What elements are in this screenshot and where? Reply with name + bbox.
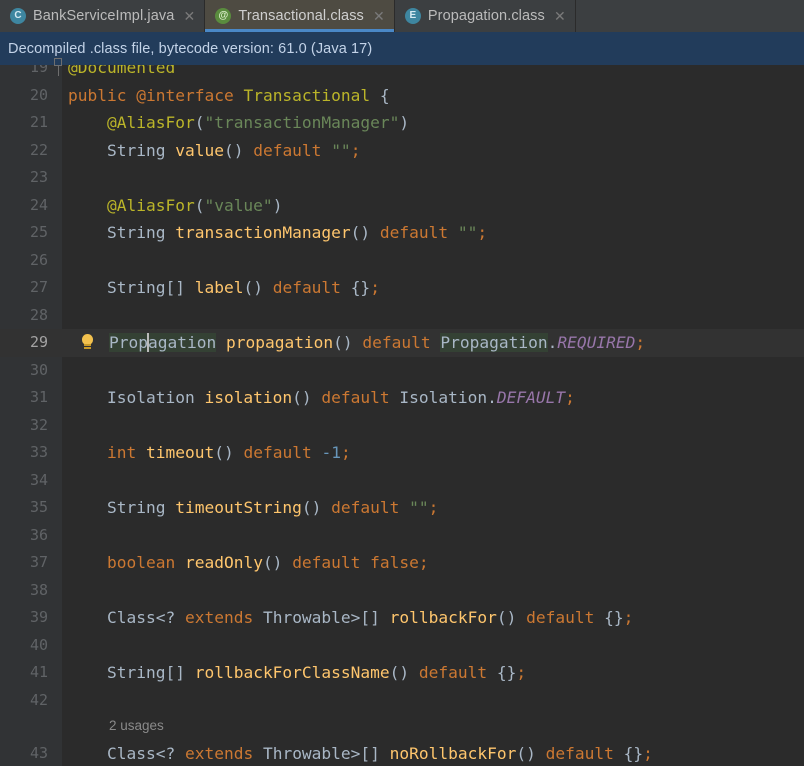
java-class-icon: C xyxy=(10,8,26,24)
line-content: boolean readOnly() default false; xyxy=(68,549,429,577)
close-icon[interactable]: ✕ xyxy=(183,9,195,23)
code-line[interactable]: 38 xyxy=(0,577,804,605)
tab-bank-service-impl[interactable]: C BankServiceImpl.java ✕ xyxy=(0,0,205,32)
code-line[interactable]: 25 String transactionManager() default "… xyxy=(0,219,804,247)
line-number: 28 xyxy=(0,302,48,330)
code-line[interactable]: 37 boolean readOnly() default false; xyxy=(0,549,804,577)
line-content: String[] rollbackForClassName() default … xyxy=(68,659,526,687)
code-line[interactable]: 33 int timeout() default -1; xyxy=(0,439,804,467)
code-fold-marker[interactable] xyxy=(54,58,62,66)
tab-label: Propagation.class xyxy=(428,8,545,24)
code-text-area[interactable]: 19 @Documented 20 public @interface Tran… xyxy=(0,32,804,766)
code-line[interactable]: 43 Class<? extends Throwable>[] noRollba… xyxy=(0,740,804,766)
code-line[interactable]: 23 xyxy=(0,164,804,192)
code-line[interactable]: 42 xyxy=(0,687,804,715)
code-line-current[interactable]: 29 Propagation propagation() default Pro… xyxy=(0,329,804,357)
code-line[interactable]: 39 Class<? extends Throwable>[] rollback… xyxy=(0,604,804,632)
line-content: String[] label() default {}; xyxy=(68,274,380,302)
line-number: 36 xyxy=(0,522,48,550)
ide-editor-window: C BankServiceImpl.java ✕ @ Transactional… xyxy=(0,0,804,766)
code-line[interactable]: 31 Isolation isolation() default Isolati… xyxy=(0,384,804,412)
banner-message: Decompiled .class file, bytecode version… xyxy=(8,41,372,57)
line-content: @AliasFor("value") xyxy=(68,192,282,220)
code-fold-rail xyxy=(58,66,59,76)
tab-transactional-class[interactable]: @ Transactional.class ✕ xyxy=(205,0,394,32)
tab-propagation-class[interactable]: E Propagation.class ✕ xyxy=(395,0,576,32)
code-line[interactable]: 28 xyxy=(0,302,804,330)
annotation-icon: @ xyxy=(215,8,231,24)
line-number: 27 xyxy=(0,274,48,302)
code-line[interactable]: 34 xyxy=(0,467,804,495)
code-line[interactable]: 21 @AliasFor("transactionManager") xyxy=(0,109,804,137)
code-editor[interactable]: 19 @Documented 20 public @interface Tran… xyxy=(0,32,804,766)
line-content: Class<? extends Throwable>[] rollbackFor… xyxy=(68,604,633,632)
close-icon[interactable]: ✕ xyxy=(554,9,566,23)
code-line[interactable]: 20 public @interface Transactional { xyxy=(0,82,804,110)
code-line[interactable]: 40 xyxy=(0,632,804,660)
line-content: Class<? extends Throwable>[] noRollbackF… xyxy=(68,740,653,766)
line-number: 32 xyxy=(0,412,48,440)
line-number: 42 xyxy=(0,687,48,715)
usages-hint[interactable]: 2 usages xyxy=(109,712,164,740)
line-number: 29 xyxy=(0,329,48,357)
line-number: 23 xyxy=(0,164,48,192)
line-number: 34 xyxy=(0,467,48,495)
line-number: 24 xyxy=(0,192,48,220)
line-content: int timeout() default -1; xyxy=(68,439,351,467)
line-number: 25 xyxy=(0,219,48,247)
line-content: String transactionManager() default ""; xyxy=(68,219,487,247)
line-content: Isolation isolation() default Isolation.… xyxy=(68,384,575,412)
line-number: 26 xyxy=(0,247,48,275)
line-number: 35 xyxy=(0,494,48,522)
line-number: 39 xyxy=(0,604,48,632)
code-line[interactable]: 24 @AliasFor("value") xyxy=(0,192,804,220)
line-content: String value() default ""; xyxy=(68,137,360,165)
code-line[interactable]: 22 String value() default ""; xyxy=(0,137,804,165)
code-line[interactable]: 32 xyxy=(0,412,804,440)
line-content: public @interface Transactional { xyxy=(68,82,390,110)
tab-label: BankServiceImpl.java xyxy=(33,8,174,24)
line-number: 41 xyxy=(0,659,48,687)
line-number: 37 xyxy=(0,549,48,577)
line-content: String timeoutString() default ""; xyxy=(68,494,438,522)
line-number: 33 xyxy=(0,439,48,467)
line-number: 22 xyxy=(0,137,48,165)
code-line[interactable]: 30 xyxy=(0,357,804,385)
enum-icon: E xyxy=(405,8,421,24)
code-line[interactable]: 35 String timeoutString() default ""; xyxy=(0,494,804,522)
inlay-hint-row: 2 usages xyxy=(0,712,804,740)
line-number: 20 xyxy=(0,82,48,110)
line-number: 30 xyxy=(0,357,48,385)
code-line[interactable]: 27 String[] label() default {}; xyxy=(0,274,804,302)
line-number: 21 xyxy=(0,109,48,137)
close-icon[interactable]: ✕ xyxy=(373,9,385,23)
line-content: Propagation propagation() default Propag… xyxy=(109,329,645,357)
line-content: @AliasFor("transactionManager") xyxy=(68,109,409,137)
line-number: 31 xyxy=(0,384,48,412)
editor-tab-bar: C BankServiceImpl.java ✕ @ Transactional… xyxy=(0,0,804,32)
line-number: 38 xyxy=(0,577,48,605)
line-number: 40 xyxy=(0,632,48,660)
lightbulb-icon[interactable] xyxy=(79,334,96,352)
tab-label: Transactional.class xyxy=(238,8,363,24)
code-line[interactable]: 36 xyxy=(0,522,804,550)
code-line[interactable]: 41 String[] rollbackForClassName() defau… xyxy=(0,659,804,687)
decompiled-file-banner: Decompiled .class file, bytecode version… xyxy=(0,32,804,65)
code-line[interactable]: 26 xyxy=(0,247,804,275)
line-number: 43 xyxy=(0,740,48,766)
